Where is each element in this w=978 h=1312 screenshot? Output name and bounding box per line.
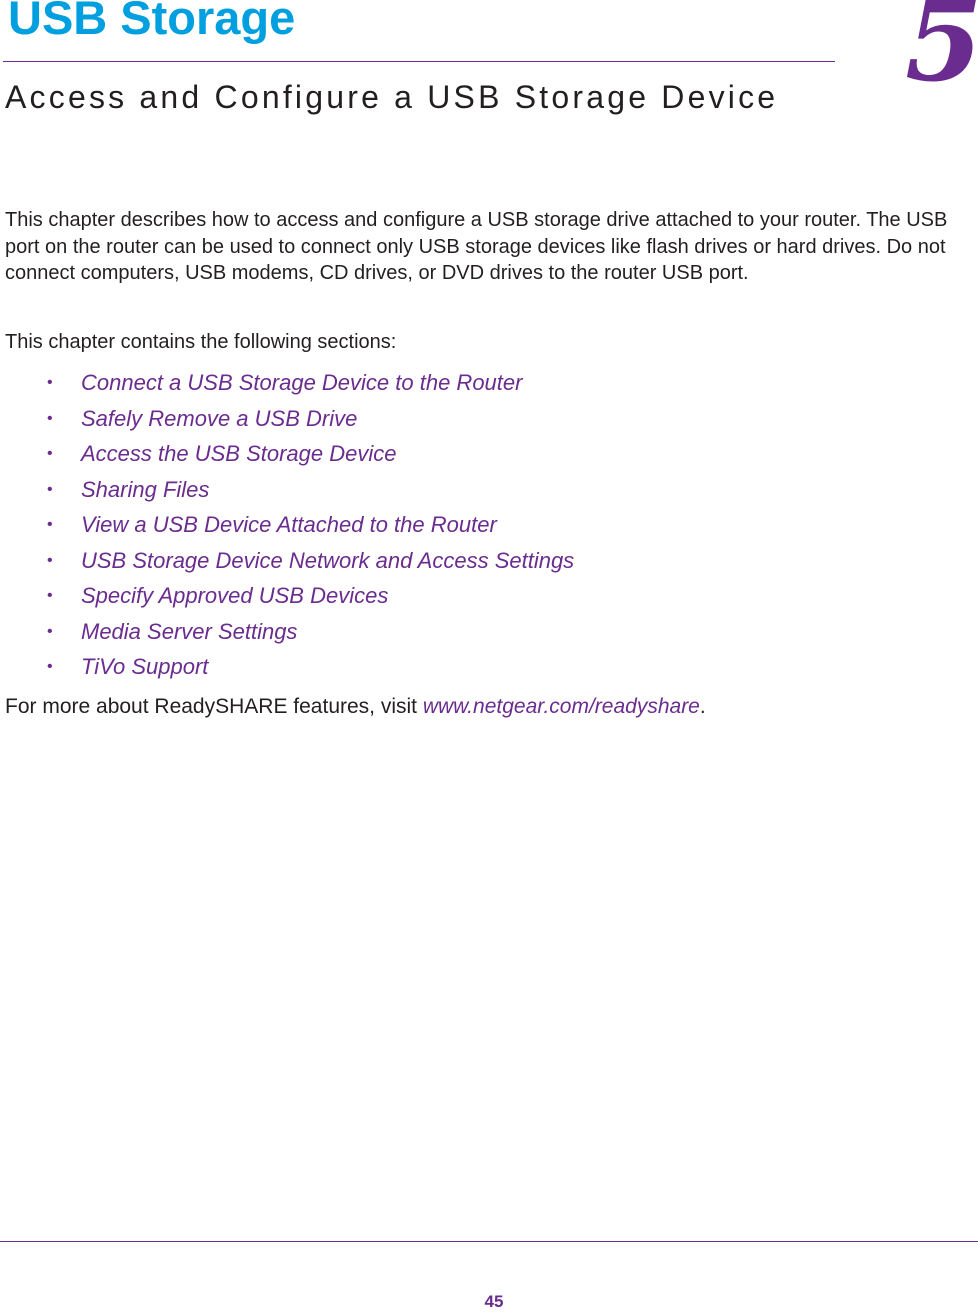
section-link[interactable]: USB Storage Device Network and Access Se… (81, 546, 574, 576)
chapter-title: USB Storage (8, 0, 296, 44)
readyshare-link[interactable]: www.netgear.com/readyshare (423, 695, 700, 718)
intro-paragraph: This chapter describes how to access and… (5, 209, 948, 284)
bullet-icon: • (47, 516, 53, 533)
bullet-icon: • (47, 374, 53, 391)
chapter-number: 5 (905, 0, 978, 107)
title-divider (3, 61, 835, 62)
bullet-icon: • (47, 551, 53, 569)
section-link[interactable]: Specify Approved USB Devices (81, 581, 388, 611)
section-link[interactable]: Sharing Files (81, 475, 209, 505)
more-info-paragraph: For more about ReadySHARE features, visi… (5, 694, 706, 720)
section-link[interactable]: TiVo Support (81, 652, 208, 682)
more-info-suffix: . (699, 695, 706, 718)
section-link[interactable]: Media Server Settings (81, 617, 297, 647)
section-link[interactable]: Safely Remove a USB Drive (81, 404, 357, 434)
section-link[interactable]: View a USB Device Attached to the Router (81, 510, 497, 540)
bullet-icon: • (47, 587, 53, 604)
section-link[interactable]: Connect a USB Storage Device to the Rout… (81, 368, 522, 398)
bullet-icon: • (47, 622, 53, 640)
bullet-icon: • (47, 480, 53, 498)
bullet-icon: • (47, 658, 53, 675)
bullet-icon: • (47, 409, 53, 427)
chapter-subtitle: Access and Configure a USB Storage Devic… (5, 79, 779, 115)
more-info-text: For more about ReadySHARE features, visi… (5, 695, 423, 718)
footer-divider (0, 1241, 978, 1242)
page-number: 45 (484, 1292, 504, 1311)
sections-lead: This chapter contains the following sect… (5, 331, 397, 353)
bullet-icon: • (47, 445, 53, 462)
section-link[interactable]: Access the USB Storage Device (81, 439, 396, 469)
